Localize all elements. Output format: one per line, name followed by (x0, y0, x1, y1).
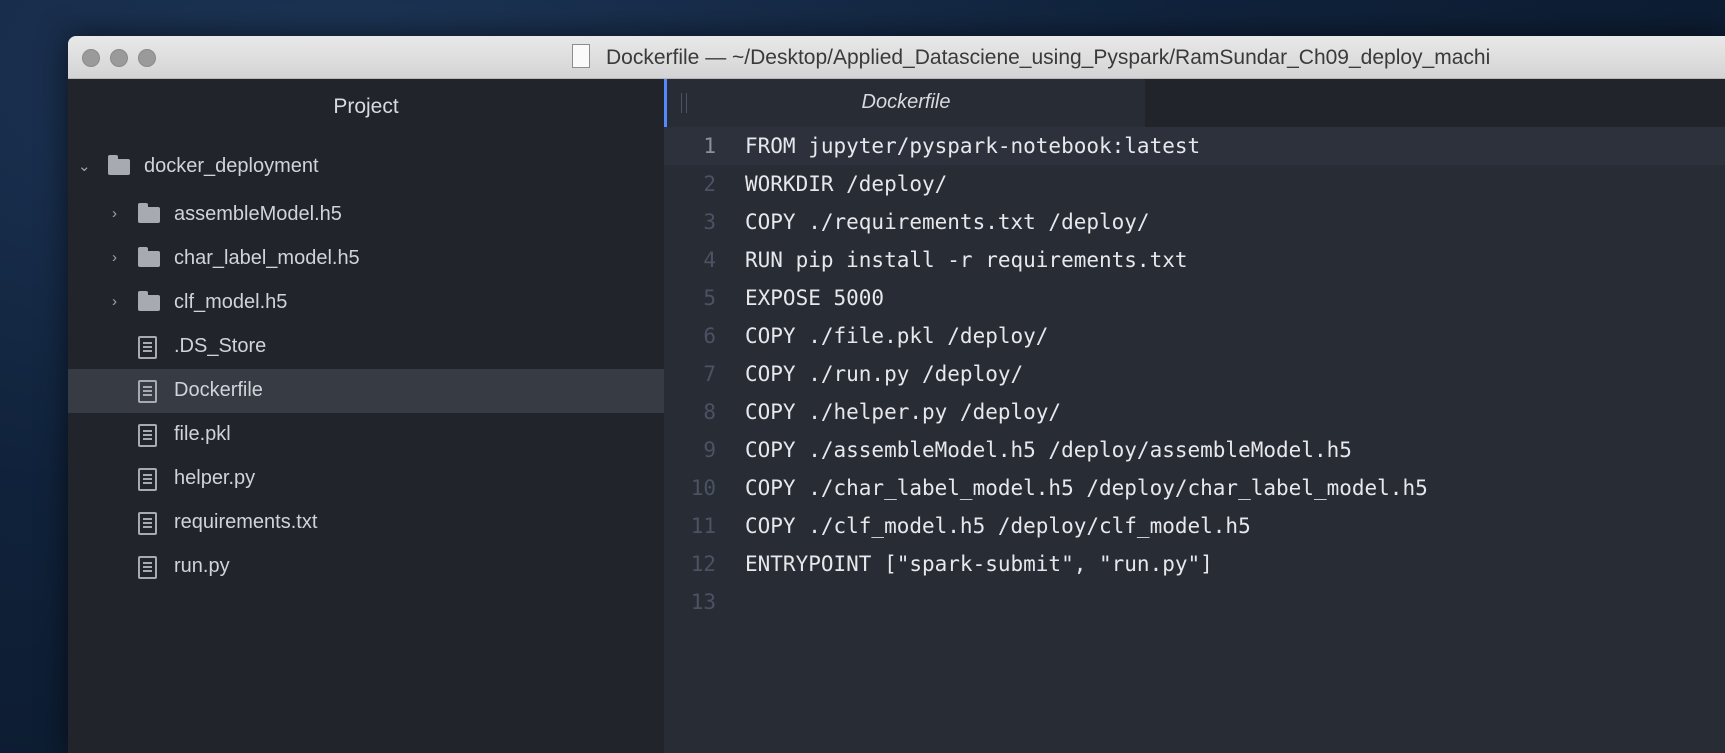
code-line[interactable]: 7 COPY ./run.py /deploy/ (664, 355, 1725, 393)
tree-item-dockerfile[interactable]: Dockerfile (68, 369, 664, 413)
tree-item-char-label-model-h5[interactable]: › char_label_model.h5 (68, 237, 664, 281)
line-number: 9 (703, 438, 716, 462)
code-line[interactable]: 13 (664, 583, 1725, 621)
code-text[interactable]: COPY ./clf_model.h5 /deploy/clf_model.h5 (745, 507, 1251, 545)
project-sidebar: Project ⌄ docker_deployment › assembleMo… (68, 79, 664, 753)
code-text[interactable]: COPY ./file.pkl /deploy/ (745, 317, 1048, 355)
line-number: 8 (703, 400, 716, 424)
code-text[interactable]: COPY ./run.py /deploy/ (745, 355, 1023, 393)
line-number: 2 (703, 172, 716, 196)
line-number: 12 (690, 552, 716, 576)
editor-window: Dockerfile — ~/Desktop/Applied_Datascien… (68, 36, 1725, 753)
folder-icon (138, 291, 160, 311)
code-text[interactable]: COPY ./char_label_model.h5 /deploy/char_… (745, 469, 1428, 507)
code-editor[interactable]: Dockerfile 1 FROM jupyter/pyspark-notebo… (664, 79, 1725, 753)
code-line[interactable]: 5 EXPOSE 5000 (664, 279, 1725, 317)
line-number: 11 (690, 514, 716, 538)
line-number: 5 (703, 286, 716, 310)
tree-item-label: assembleModel.h5 (174, 203, 342, 225)
code-line[interactable]: 4 RUN pip install -r requirements.txt (664, 241, 1725, 279)
tree-item-requirements-txt[interactable]: requirements.txt (68, 501, 664, 545)
tree-root-folder[interactable]: ⌄ docker_deployment (68, 145, 664, 189)
folder-icon (108, 155, 130, 175)
minimize-window-button[interactable] (110, 49, 128, 67)
tab-dockerfile[interactable]: Dockerfile (664, 79, 1145, 127)
code-line[interactable]: 2 WORKDIR /deploy/ (664, 165, 1725, 203)
file-icon (138, 380, 157, 403)
tree-item-label: helper.py (174, 467, 256, 489)
tree-item-label: .DS_Store (174, 335, 267, 357)
code-text[interactable]: COPY ./helper.py /deploy/ (745, 393, 1061, 431)
tree-item-label: file.pkl (174, 423, 231, 445)
tree-item-file-pkl[interactable]: file.pkl (68, 413, 664, 457)
tree-item-assemblemodel-h5[interactable]: › assembleModel.h5 (68, 193, 664, 237)
tree-item-label: clf_model.h5 (174, 291, 288, 313)
code-line[interactable]: 8 COPY ./helper.py /deploy/ (664, 393, 1725, 431)
code-line[interactable]: 6 COPY ./file.pkl /deploy/ (664, 317, 1725, 355)
file-icon (138, 512, 157, 535)
chevron-right-icon[interactable]: › (112, 249, 117, 266)
code-text[interactable]: WORKDIR /deploy/ (745, 165, 947, 203)
chevron-right-icon[interactable]: › (112, 293, 117, 310)
code-text[interactable]: EXPOSE 5000 (745, 279, 884, 317)
tree-item-label: docker_deployment (144, 155, 319, 177)
line-number: 3 (703, 210, 716, 234)
line-number: 10 (690, 476, 716, 500)
tab-title: Dockerfile (861, 91, 951, 113)
line-number: 4 (703, 248, 716, 272)
tree-item-label: run.py (174, 555, 230, 577)
zoom-window-button[interactable] (138, 49, 156, 67)
tree-item-ds-store[interactable]: .DS_Store (68, 325, 664, 369)
title-bar[interactable]: Dockerfile — ~/Desktop/Applied_Datascien… (68, 36, 1725, 79)
code-line[interactable]: 11 COPY ./clf_model.h5 /deploy/clf_model… (664, 507, 1725, 545)
code-text[interactable]: COPY ./assembleModel.h5 /deploy/assemble… (745, 431, 1352, 469)
code-line[interactable]: 3 COPY ./requirements.txt /deploy/ (664, 203, 1725, 241)
tree-item-clf-model-h5[interactable]: › clf_model.h5 (68, 281, 664, 325)
tree-item-run-py[interactable]: run.py (68, 545, 664, 589)
file-icon (138, 556, 157, 579)
tree-item-label: char_label_model.h5 (174, 247, 360, 269)
code-line[interactable]: 1 FROM jupyter/pyspark-notebook:latest (664, 127, 1725, 165)
line-number: 6 (703, 324, 716, 348)
chevron-down-icon[interactable]: ⌄ (78, 157, 91, 175)
code-line[interactable]: 10 COPY ./char_label_model.h5 /deploy/ch… (664, 469, 1725, 507)
line-number: 7 (703, 362, 716, 386)
document-icon (572, 44, 590, 68)
file-icon (138, 424, 157, 447)
folder-icon (138, 247, 160, 267)
tree-item-label: requirements.txt (174, 511, 318, 533)
tree-item-label: Dockerfile (174, 379, 263, 401)
chevron-right-icon[interactable]: › (112, 205, 117, 222)
code-text[interactable]: COPY ./requirements.txt /deploy/ (745, 203, 1150, 241)
line-number: 13 (690, 590, 716, 614)
code-text[interactable]: FROM jupyter/pyspark-notebook:latest (745, 127, 1200, 165)
window-title: Dockerfile — ~/Desktop/Applied_Datascien… (606, 46, 1491, 69)
code-text[interactable]: RUN pip install -r requirements.txt (745, 241, 1188, 279)
line-number: 1 (703, 134, 716, 158)
file-icon (138, 336, 157, 359)
file-icon (138, 468, 157, 491)
close-window-button[interactable] (82, 49, 100, 67)
tab-bar: Dockerfile (664, 79, 1725, 127)
code-line[interactable]: 12 ENTRYPOINT ["spark-submit", "run.py"] (664, 545, 1725, 583)
code-text[interactable]: ENTRYPOINT ["spark-submit", "run.py"] (745, 545, 1213, 583)
code-line[interactable]: 9 COPY ./assembleModel.h5 /deploy/assemb… (664, 431, 1725, 469)
tree-item-helper-py[interactable]: helper.py (68, 457, 664, 501)
folder-icon (138, 203, 160, 223)
project-panel-title: Project (333, 95, 399, 118)
